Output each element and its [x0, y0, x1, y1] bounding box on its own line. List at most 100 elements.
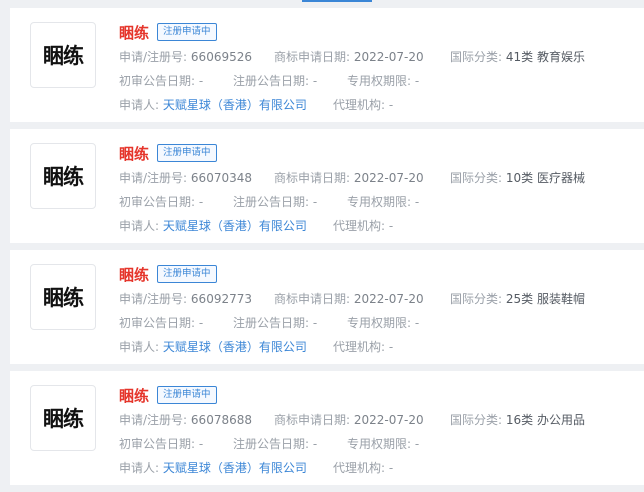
info-row-3: 申请人: 天赋星球（香港）有限公司 代理机构: -: [119, 97, 644, 114]
trademark-title-row: 睏练 注册申请中: [119, 143, 644, 163]
exclusive-period-value: -: [414, 74, 420, 88]
intl-class-field: 国际分类: 41类 教育娱乐: [450, 49, 585, 66]
status-badge: 注册申请中: [157, 144, 217, 162]
trademark-name[interactable]: 睏练: [119, 264, 149, 285]
trademark-logo-text: 睏练: [43, 44, 84, 68]
apply-date-value: 2022-07-20: [353, 171, 424, 185]
intl-class-label: 国际分类:: [450, 50, 503, 64]
trademark-logo[interactable]: 睏练: [30, 385, 96, 451]
prelim-date-field: 初审公告日期: -: [119, 194, 203, 211]
trademark-name[interactable]: 睏练: [119, 22, 149, 43]
reg-no-label: 申请/注册号:: [119, 171, 188, 185]
exclusive-period-value: -: [414, 437, 420, 451]
intl-class-value: 10类 医疗器械: [505, 171, 585, 185]
reg-date-label: 注册公告日期:: [233, 195, 310, 209]
apply-date-field: 商标申请日期: 2022-07-20: [274, 49, 424, 66]
trademark-card[interactable]: 睏练 睏练 注册申请中 申请/注册号: 66092773 商标申请日期: 202…: [10, 250, 644, 364]
apply-date-label: 商标申请日期:: [274, 413, 351, 427]
applicant-label: 申请人:: [119, 219, 160, 233]
applicant-field: 申请人: 天赋星球（香港）有限公司: [119, 460, 307, 477]
intl-class-label: 国际分类:: [450, 171, 503, 185]
agency-label: 代理机构:: [333, 219, 386, 233]
info-row-3: 申请人: 天赋星球（香港）有限公司 代理机构: -: [119, 339, 644, 356]
agency-value: -: [388, 340, 394, 354]
reg-date-label: 注册公告日期:: [233, 74, 310, 88]
exclusive-period-label: 专用权期限:: [347, 437, 412, 451]
apply-date-field: 商标申请日期: 2022-07-20: [274, 170, 424, 187]
prelim-date-label: 初审公告日期:: [119, 195, 196, 209]
trademark-name[interactable]: 睏练: [119, 143, 149, 164]
prelim-date-field: 初审公告日期: -: [119, 436, 203, 453]
prelim-date-label: 初审公告日期:: [119, 316, 196, 330]
exclusive-period-field: 专用权期限: -: [347, 436, 419, 453]
trademark-list: 睏练 睏练 注册申请中 申请/注册号: 66069526 商标申请日期: 202…: [10, 8, 644, 492]
intl-class-field: 国际分类: 25类 服装鞋帽: [450, 291, 585, 308]
trademark-logo[interactable]: 睏练: [30, 264, 96, 330]
info-row-3: 申请人: 天赋星球（香港）有限公司 代理机构: -: [119, 460, 644, 477]
applicant-label: 申请人:: [119, 461, 160, 475]
intl-class-value: 25类 服装鞋帽: [505, 292, 585, 306]
trademark-logo-text: 睏练: [43, 286, 84, 310]
applicant-link[interactable]: 天赋星球（香港）有限公司: [163, 98, 307, 112]
trademark-info: 睏练 注册申请中 申请/注册号: 66070348 商标申请日期: 2022-0…: [119, 143, 644, 235]
agency-label: 代理机构:: [333, 461, 386, 475]
trademark-logo-text: 睏练: [43, 407, 84, 431]
agency-label: 代理机构:: [333, 98, 386, 112]
apply-date-value: 2022-07-20: [353, 413, 424, 427]
trademark-card[interactable]: 睏练 睏练 注册申请中 申请/注册号: 66070348 商标申请日期: 202…: [10, 129, 644, 243]
applicant-field: 申请人: 天赋星球（香港）有限公司: [119, 218, 307, 235]
reg-date-label: 注册公告日期:: [233, 316, 310, 330]
trademark-card[interactable]: 睏练 睏练 注册申请中 申请/注册号: 66069526 商标申请日期: 202…: [10, 8, 644, 122]
exclusive-period-value: -: [414, 195, 420, 209]
intl-class-label: 国际分类:: [450, 413, 503, 427]
apply-date-label: 商标申请日期:: [274, 171, 351, 185]
apply-date-value: 2022-07-20: [353, 292, 424, 306]
exclusive-period-label: 专用权期限:: [347, 74, 412, 88]
trademark-title-row: 睏练 注册申请中: [119, 264, 644, 284]
prelim-date-label: 初审公告日期:: [119, 437, 196, 451]
reg-no-label: 申请/注册号:: [119, 413, 188, 427]
reg-no-value: 66070348: [190, 171, 252, 185]
exclusive-period-field: 专用权期限: -: [347, 73, 419, 90]
info-row-2: 初审公告日期: - 注册公告日期: - 专用权期限: -: [119, 73, 644, 90]
info-row-2: 初审公告日期: - 注册公告日期: - 专用权期限: -: [119, 315, 644, 332]
exclusive-period-field: 专用权期限: -: [347, 194, 419, 211]
reg-no-field: 申请/注册号: 66070348: [119, 170, 252, 187]
info-row-2: 初审公告日期: - 注册公告日期: - 专用权期限: -: [119, 436, 644, 453]
applicant-link[interactable]: 天赋星球（香港）有限公司: [163, 219, 307, 233]
reg-no-field: 申请/注册号: 66092773: [119, 291, 252, 308]
agency-value: -: [388, 98, 394, 112]
agency-value: -: [388, 461, 394, 475]
reg-date-value: -: [312, 437, 318, 451]
reg-no-label: 申请/注册号:: [119, 292, 188, 306]
intl-class-value: 41类 教育娱乐: [505, 50, 585, 64]
apply-date-field: 商标申请日期: 2022-07-20: [274, 291, 424, 308]
trademark-title-row: 睏练 注册申请中: [119, 385, 644, 405]
exclusive-period-label: 专用权期限:: [347, 195, 412, 209]
trademark-card[interactable]: 睏练 睏练 注册申请中 申请/注册号: 66078688 商标申请日期: 202…: [10, 371, 644, 485]
trademark-logo[interactable]: 睏练: [30, 22, 96, 88]
reg-no-field: 申请/注册号: 66078688: [119, 412, 252, 429]
agency-field: 代理机构: -: [333, 97, 393, 114]
trademark-logo[interactable]: 睏练: [30, 143, 96, 209]
agency-value: -: [388, 219, 394, 233]
apply-date-field: 商标申请日期: 2022-07-20: [274, 412, 424, 429]
agency-field: 代理机构: -: [333, 339, 393, 356]
prelim-date-value: -: [198, 316, 204, 330]
reg-no-label: 申请/注册号:: [119, 50, 188, 64]
reg-date-value: -: [312, 74, 318, 88]
applicant-link[interactable]: 天赋星球（香港）有限公司: [163, 461, 307, 475]
reg-no-value: 66092773: [190, 292, 252, 306]
applicant-link[interactable]: 天赋星球（香港）有限公司: [163, 340, 307, 354]
intl-class-value: 16类 办公用品: [505, 413, 585, 427]
applicant-label: 申请人:: [119, 340, 160, 354]
trademark-name[interactable]: 睏练: [119, 385, 149, 406]
intl-class-field: 国际分类: 16类 办公用品: [450, 412, 585, 429]
apply-date-label: 商标申请日期:: [274, 50, 351, 64]
intl-class-label: 国际分类:: [450, 292, 503, 306]
trademark-info: 睏练 注册申请中 申请/注册号: 66078688 商标申请日期: 2022-0…: [119, 385, 644, 477]
info-row-1: 申请/注册号: 66078688 商标申请日期: 2022-07-20 国际分类…: [119, 412, 644, 429]
agency-field: 代理机构: -: [333, 460, 393, 477]
reg-no-value: 66069526: [190, 50, 252, 64]
exclusive-period-field: 专用权期限: -: [347, 315, 419, 332]
